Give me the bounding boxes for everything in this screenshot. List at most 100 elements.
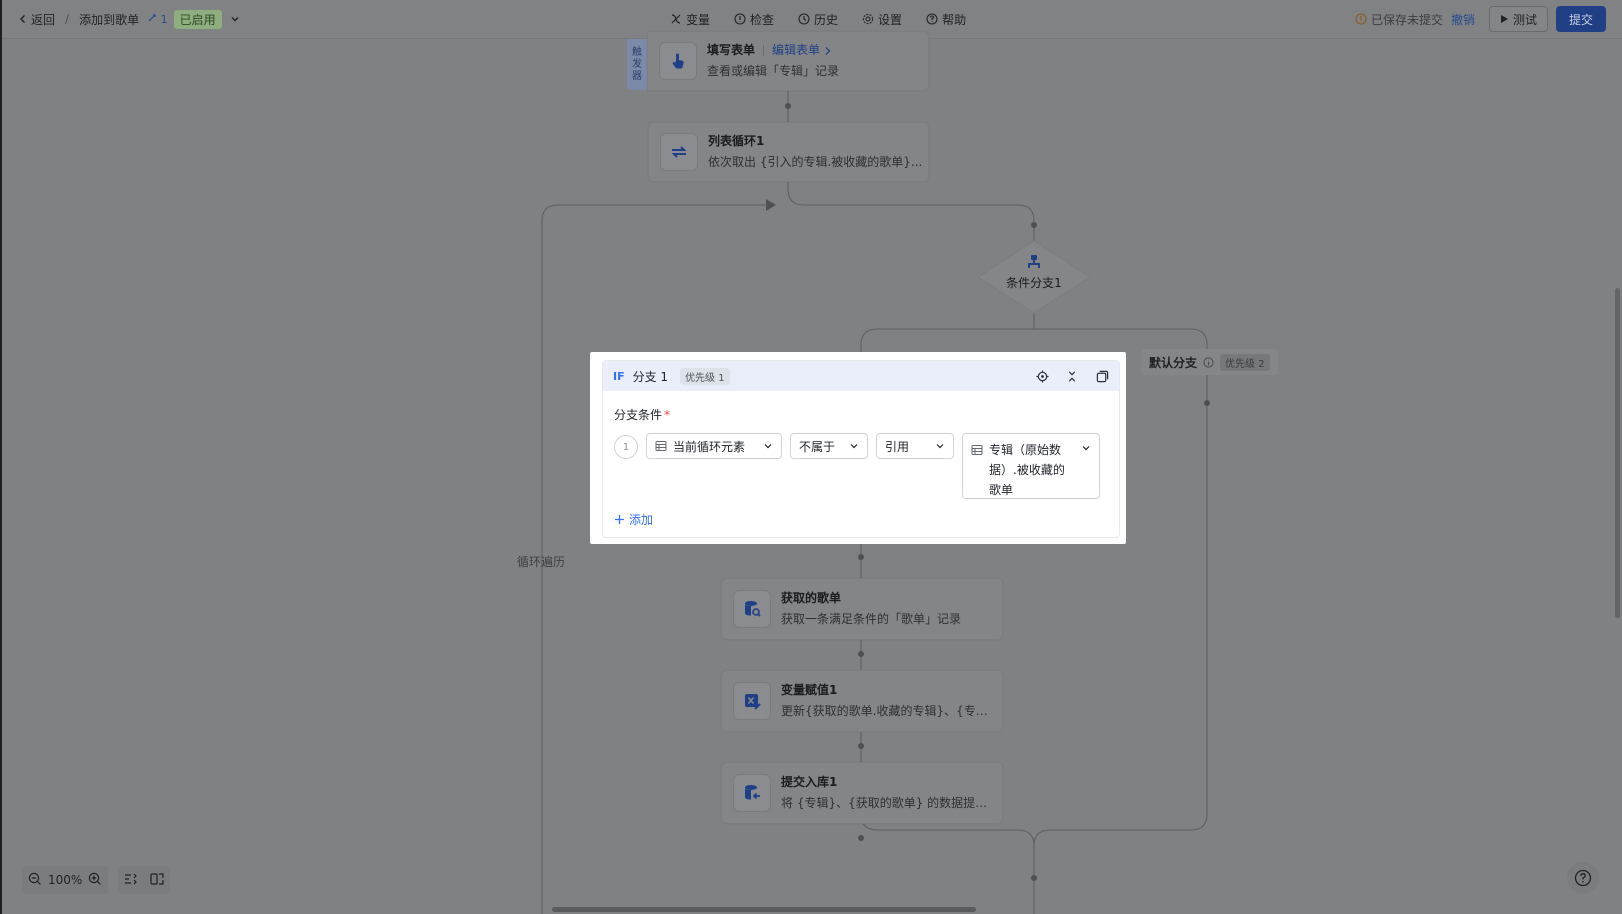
save-status: 已保存未提交 — [1355, 11, 1443, 28]
menu-settings[interactable]: 设置 — [862, 11, 902, 28]
field-select[interactable]: 当前循环元素 — [646, 433, 782, 459]
submit-button[interactable]: 提交 — [1555, 6, 1606, 32]
value-select[interactable]: 专辑（原始数 据）.被收藏的 歌单 — [962, 433, 1100, 499]
node-list-loop[interactable]: 列表循环1 依次取出 {引入的专辑.被收藏的歌单}... — [648, 122, 929, 182]
node-fill-form[interactable]: 填写表单 编辑表单 查看或编辑「专辑」记录 — [647, 31, 929, 91]
value-line: 据）.被收藏的 — [989, 463, 1065, 477]
field-select-value: 当前循环元素 — [673, 439, 746, 454]
zoom-level[interactable]: 100% — [48, 873, 82, 887]
fit-view-icon — [150, 872, 164, 885]
test-button[interactable]: 测试 — [1488, 6, 1548, 32]
chevron-down-icon — [850, 444, 858, 449]
help-button[interactable] — [1567, 862, 1599, 894]
branch-condition-dialog: IF 分支 1 优先级 1 分支条件 * 1 当前循环元素 不属于 引用 专辑（… — [590, 352, 1126, 544]
node-text: 提交入库1 将 {专辑}、{获取的歌单} 的数据提交... — [781, 774, 996, 812]
menu-help[interactable]: 帮助 — [926, 11, 966, 28]
zoom-controls: 100% — [22, 866, 109, 894]
database-search-icon — [733, 590, 771, 628]
value-type-select-value: 引用 — [885, 439, 910, 454]
value-line: 歌单 — [989, 483, 1014, 497]
add-condition-label: 添加 — [629, 513, 654, 527]
horizontal-scrollbar[interactable] — [552, 907, 976, 912]
priority-tag: 优先级 2 — [1220, 353, 1270, 371]
node-text: 填写表单 编辑表单 查看或编辑「专辑」记录 — [707, 42, 839, 80]
menu-history-label: 历史 — [814, 12, 839, 27]
value-type-select[interactable]: 引用 — [876, 433, 954, 459]
node-commit[interactable]: 提交入库1 将 {专辑}、{获取的歌单} 的数据提交... — [721, 762, 1003, 824]
priority-tag: 优先级 1 — [680, 367, 730, 385]
table-icon — [971, 445, 983, 455]
version-number: 1 — [160, 12, 168, 26]
node-get-playlist[interactable]: 获取的歌单 获取一条满足条件的「歌单」记录 — [721, 578, 1003, 640]
copy-button[interactable] — [1095, 369, 1109, 383]
vertical-scrollbar[interactable] — [1615, 288, 1620, 618]
auto-layout-button[interactable] — [124, 872, 138, 889]
copy-icon — [1096, 370, 1108, 382]
chevron-left-icon — [20, 15, 25, 23]
more-dropdown[interactable] — [228, 12, 242, 26]
menu-history[interactable]: 历史 — [798, 11, 838, 28]
menu-check-label: 检查 — [750, 12, 775, 27]
add-condition-button[interactable]: 添加 — [614, 511, 653, 528]
chevron-right-icon — [825, 46, 831, 55]
fit-view-button[interactable] — [150, 872, 164, 889]
branch-title[interactable]: 分支 1 — [633, 368, 668, 385]
gear-icon — [862, 13, 874, 25]
menu-settings-label: 设置 — [878, 12, 903, 27]
node-variable-assign[interactable]: 变量赋值1 更新{获取的歌单.收藏的专辑}、{专辑... — [721, 670, 1003, 732]
play-icon — [1500, 15, 1508, 23]
locate-icon — [1035, 369, 1049, 383]
trigger-tag-char: 触 — [632, 46, 642, 58]
trigger-tag: 触 发 器 — [627, 39, 647, 90]
breadcrumb-separator: / — [65, 12, 70, 26]
table-icon — [655, 441, 667, 451]
layout-icon — [125, 873, 137, 884]
collapse-button[interactable] — [1065, 369, 1079, 383]
undo-button[interactable]: 撤销 — [1451, 11, 1475, 28]
info-circle-icon — [734, 13, 746, 25]
info-circle-icon[interactable] — [1203, 356, 1214, 368]
zoom-in-button[interactable] — [88, 872, 102, 889]
back-button[interactable]: 返回 — [18, 11, 55, 28]
chevron-down-icon — [936, 444, 944, 449]
variable-icon — [671, 14, 681, 24]
node-description: 查看或编辑「专辑」记录 — [707, 64, 840, 78]
operator-select-value: 不属于 — [799, 439, 836, 454]
edit-form-label: 编辑表单 — [772, 43, 821, 57]
default-branch[interactable]: 默认分支 优先级 2 — [1141, 349, 1278, 375]
required-mark: * — [664, 408, 671, 422]
node-text: 变量赋值1 更新{获取的歌单.收藏的专辑}、{专辑... — [781, 682, 996, 720]
zoom-out-icon — [28, 872, 41, 885]
database-commit-icon — [733, 774, 771, 812]
chevron-down-icon — [231, 17, 239, 22]
node-title: 列表循环1 — [708, 134, 765, 148]
menu-variables-label: 变量 — [686, 12, 711, 27]
node-title: 获取的歌单 — [781, 591, 842, 605]
edit-form-link[interactable]: 编辑表单 — [772, 42, 832, 59]
trigger-tag-char: 发 — [632, 58, 642, 70]
locate-button[interactable] — [1035, 369, 1049, 383]
zoom-out-button[interactable] — [28, 872, 42, 889]
node-title: 提交入库1 — [781, 775, 838, 789]
branch-split-icon — [1028, 255, 1040, 268]
default-branch-label: 默认分支 — [1149, 355, 1198, 370]
node-description: 获取一条满足条件的「歌单」记录 — [781, 612, 962, 626]
condition-index: 1 — [614, 435, 638, 459]
menu-check[interactable]: 检查 — [734, 11, 774, 28]
hand-pointer-icon — [659, 42, 697, 80]
save-status-text: 已保存未提交 — [1370, 12, 1443, 27]
loop-label: 循环遍历 — [517, 555, 566, 569]
value-line: 专辑（原始数 — [989, 443, 1062, 457]
node-text: 获取的歌单 获取一条满足条件的「歌单」记录 — [781, 590, 961, 628]
branch-card-header: IF 分支 1 优先级 1 — [603, 361, 1119, 391]
menu-variables[interactable]: 变量 — [670, 11, 710, 28]
node-title-row: 填写表单 编辑表单 — [707, 42, 839, 59]
node-title: 变量赋值1 — [781, 683, 838, 697]
branch-icon — [148, 13, 156, 21]
question-circle-icon — [926, 13, 938, 25]
trigger-tag-char: 器 — [632, 70, 642, 82]
version-indicator[interactable]: 1 — [147, 13, 168, 26]
node-condition-split[interactable]: 条件分支1 — [978, 241, 1090, 313]
operator-select[interactable]: 不属于 — [790, 433, 868, 459]
workflow-name[interactable]: 添加到歌单 — [79, 11, 139, 28]
